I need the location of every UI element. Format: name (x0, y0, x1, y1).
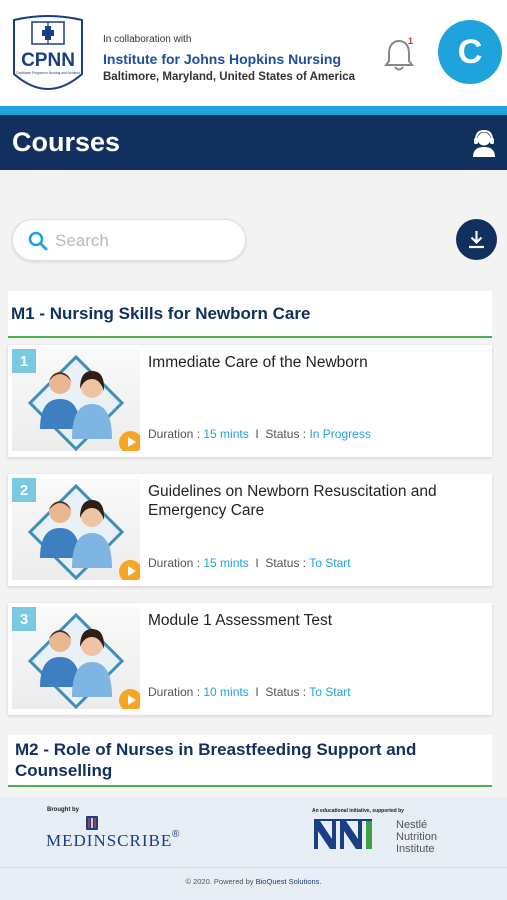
course-thumbnail: 1 (12, 349, 140, 451)
duration-label: Duration : (148, 556, 201, 570)
copyright-text: © 2020. Powered by (185, 877, 254, 886)
app-header: CPNN Certificate Program in Nursing and … (0, 0, 507, 106)
play-icon[interactable] (119, 560, 140, 580)
duration-label: Duration : (148, 685, 201, 699)
support-agent-icon[interactable] (471, 129, 497, 157)
download-icon (469, 231, 484, 249)
title-bar: Courses (0, 115, 507, 170)
collaboration-block: In collaboration with Institute for John… (103, 34, 355, 83)
course-card[interactable]: 2 Guidelines on Newborn Resuscitation an… (8, 474, 492, 586)
nutrition-word: Nutrition (396, 831, 437, 843)
cpnn-logo: CPNN Certificate Program in Nursing and … (13, 15, 83, 90)
course-card[interactable]: 1 Immediate Care of the Newborn Duration… (8, 345, 492, 457)
status-label: Status : (265, 427, 307, 441)
course-number: 1 (12, 349, 36, 373)
status-value: To Start (309, 685, 351, 699)
meta-separator: I (255, 685, 259, 699)
page-title: Courses (12, 127, 121, 157)
edu-initiative-label: An educational initiative, supported by (312, 808, 404, 814)
module-title: M1 - Nursing Skills for Newborn Care (11, 304, 311, 323)
logo-subtext: Certificate Program in Nursing and Nutri… (16, 71, 80, 75)
status-label: Status : (265, 685, 307, 699)
module-header[interactable]: M2 - Role of Nurses in Breastfeeding Sup… (8, 735, 492, 787)
user-avatar[interactable]: C (438, 20, 502, 84)
meta-separator: I (255, 556, 259, 570)
course-thumbnail: 2 (12, 478, 140, 580)
nestle-word: Nestlé (396, 819, 428, 831)
powered-by-link[interactable]: BioQuest Solutions. (256, 877, 322, 886)
course-meta: Duration : 15 mints I Status : To Start (148, 556, 351, 570)
footer-divider (0, 867, 507, 868)
search-input[interactable] (55, 228, 235, 254)
status-value: In Progress (309, 427, 371, 441)
nestle-institute-text: Nestlé Nutrition Institute (396, 819, 437, 855)
meta-separator: I (255, 427, 259, 441)
download-button[interactable] (456, 219, 497, 260)
play-icon[interactable] (119, 689, 140, 709)
course-title: Module 1 Assessment Test (148, 612, 333, 629)
footer: Brought by MEDINSCRIBE ® An educational … (0, 797, 507, 900)
course-thumbnail: 3 (12, 607, 140, 709)
course-meta: Duration : 10 mints I Status : To Start (148, 685, 351, 699)
course-meta: Duration : 15 mints I Status : In Progre… (148, 427, 371, 441)
play-icon[interactable] (119, 431, 140, 451)
duration-value: 15 mints (203, 556, 249, 570)
status-value: To Start (309, 556, 351, 570)
course-number: 2 (12, 478, 36, 502)
copyright: © 2020. Powered by BioQuest Solutions. (0, 877, 507, 886)
course-title: Guidelines on Newborn Resuscitation and … (148, 483, 437, 519)
status-label: Status : (265, 556, 307, 570)
module-title: M2 - Role of Nurses in Breastfeeding Sup… (15, 740, 417, 780)
notification-count-badge: 1 (408, 36, 414, 46)
institute-location: Baltimore, Maryland, United States of Am… (103, 71, 356, 83)
duration-label: Duration : (148, 427, 201, 441)
search-icon (28, 231, 48, 251)
medinscribe-logo: MEDINSCRIBE (46, 831, 173, 850)
duration-value: 15 mints (203, 427, 249, 441)
course-card[interactable]: 3 Module 1 Assessment Test Duration : 10… (8, 603, 492, 715)
institute-name: Institute for Johns Hopkins Nursing (103, 51, 342, 67)
collab-label: In collaboration with (103, 34, 192, 45)
nni-logo (314, 819, 372, 849)
duration-value: 10 mints (203, 685, 249, 699)
medinscribe-emblem-icon (86, 816, 98, 830)
search-box[interactable] (12, 219, 246, 261)
logo-text: CPNN (21, 50, 75, 71)
registered-mark: ® (172, 829, 180, 840)
course-number: 3 (12, 607, 36, 631)
accent-stripe (0, 106, 507, 115)
course-title: Immediate Care of the Newborn (148, 354, 368, 371)
brought-by-label: Brought by (47, 807, 79, 813)
institute-word: Institute (396, 843, 435, 855)
module-header[interactable]: M1 - Nursing Skills for Newborn Care (8, 291, 492, 338)
